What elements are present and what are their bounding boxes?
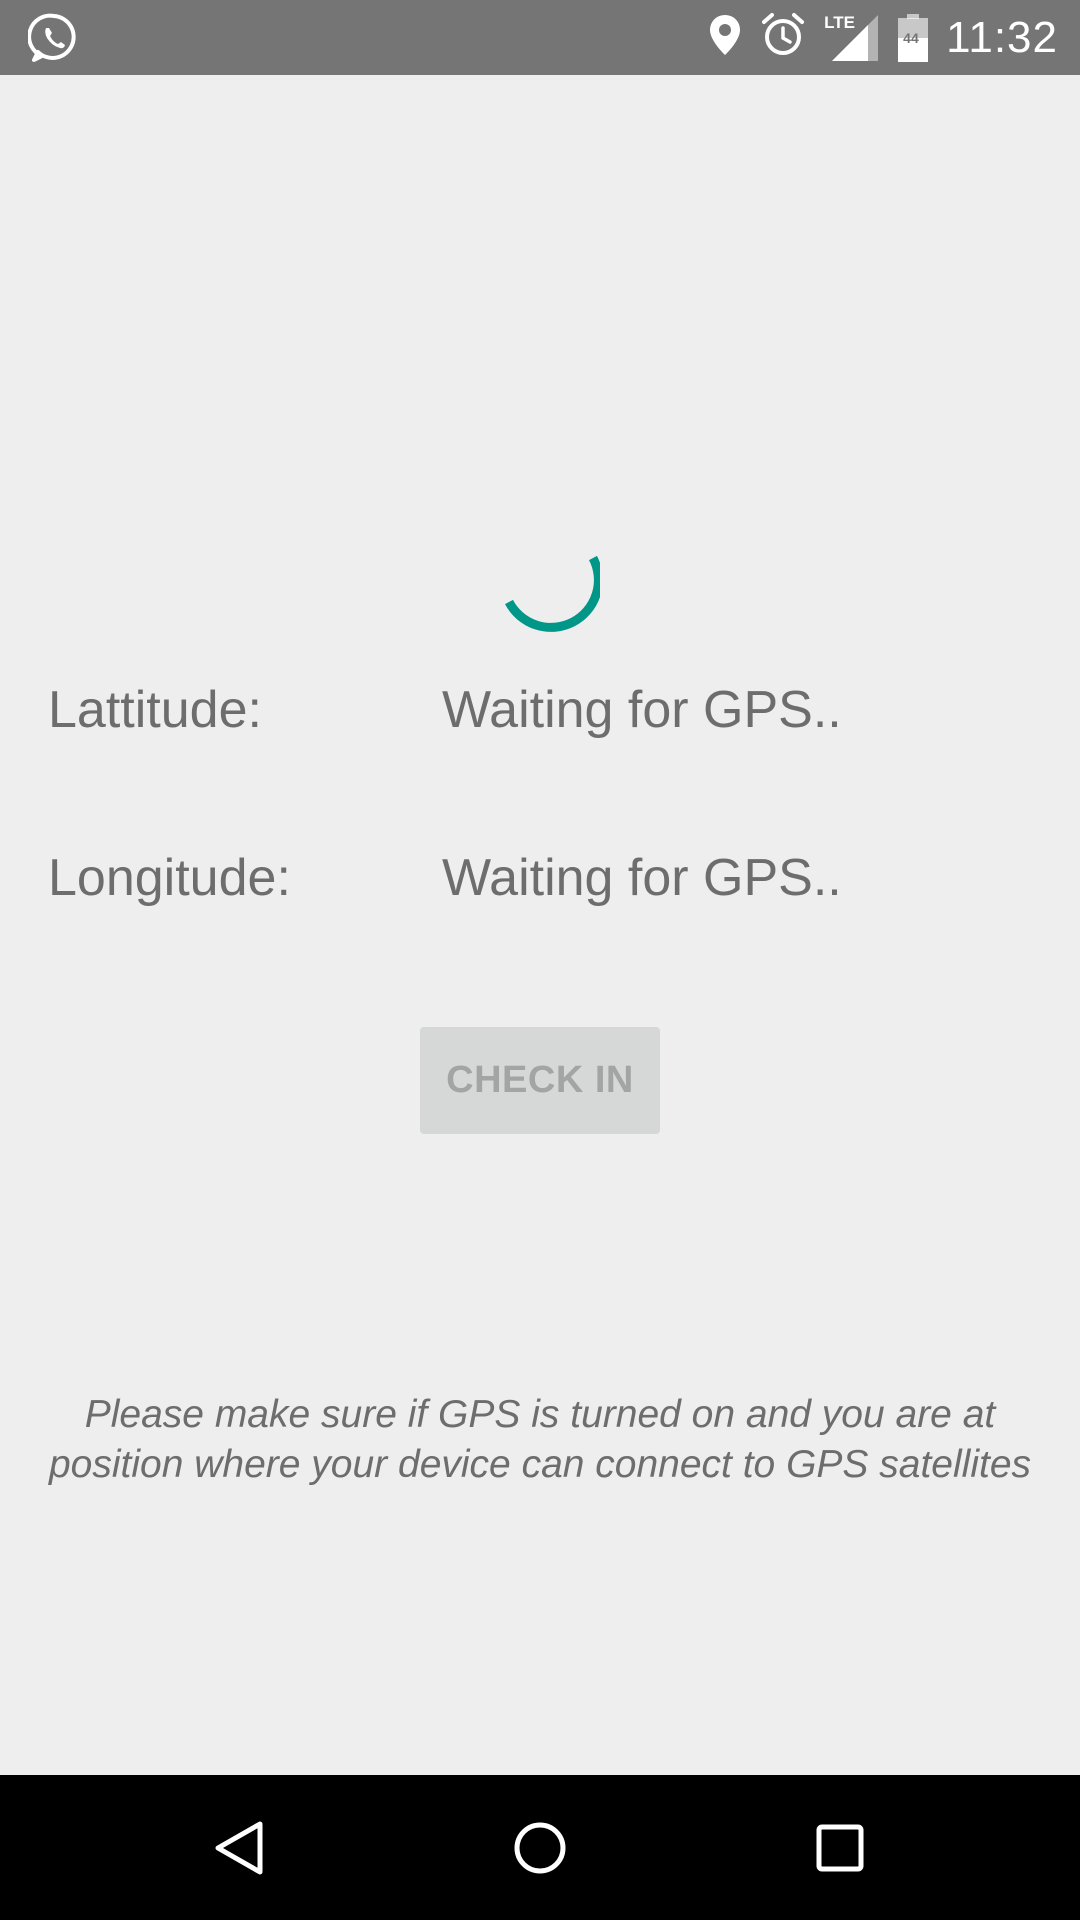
- location-pin-icon: [708, 13, 742, 62]
- latitude-label: Lattitude:: [48, 681, 262, 739]
- gps-notice-line-2: position where your device can connect t…: [48, 1443, 1032, 1486]
- battery-level: 44: [903, 29, 919, 46]
- screen: LTE 44 11:32 Lattitude: Waiting for GPS.…: [0, 0, 1080, 1920]
- alarm-icon: [760, 12, 806, 63]
- longitude-label: Longitude:: [48, 849, 291, 907]
- check-in-label: CHECK IN: [446, 1059, 634, 1101]
- latitude-value: Waiting for GPS..: [442, 681, 842, 739]
- gps-notice-line-1: Please make sure if GPS is turned on and…: [84, 1393, 996, 1436]
- battery-icon: 44: [898, 13, 929, 62]
- status-icons: LTE 44 11:32: [708, 0, 1058, 75]
- status-time: 11:32: [946, 12, 1058, 62]
- longitude-value: Waiting for GPS..: [442, 849, 842, 907]
- whatsapp-icon: [27, 12, 80, 64]
- recents-icon: [816, 1824, 864, 1871]
- recents-button[interactable]: [800, 1775, 880, 1920]
- navigation-bar: [0, 1775, 1080, 1920]
- loading-spinner: [500, 545, 603, 645]
- lte-label: LTE: [824, 12, 856, 32]
- gps-notice: Please make sure if GPS is turned on and…: [0, 1390, 1080, 1490]
- home-icon: [514, 1822, 566, 1873]
- check-in-button[interactable]: CHECK IN: [420, 1027, 660, 1134]
- back-icon: [215, 1821, 263, 1874]
- lte-signal-icon: LTE: [824, 13, 880, 63]
- status-bar: LTE 44 11:32: [0, 0, 1080, 75]
- home-button[interactable]: [500, 1775, 580, 1920]
- back-button[interactable]: [200, 1775, 280, 1920]
